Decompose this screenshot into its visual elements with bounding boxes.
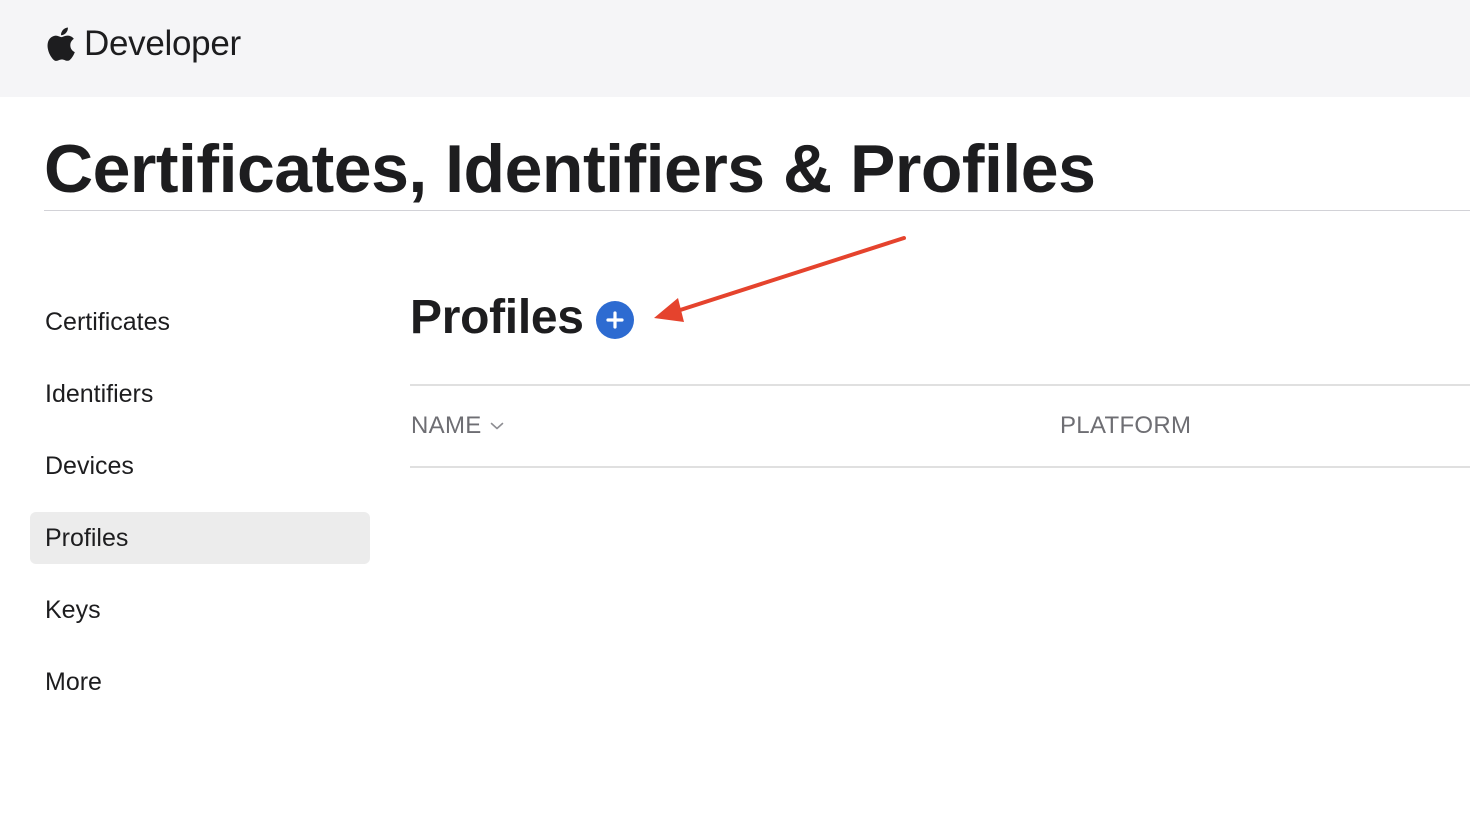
chevron-down-icon: [490, 422, 503, 430]
add-profile-button[interactable]: [595, 300, 634, 339]
sidebar-item-more[interactable]: More: [30, 656, 370, 708]
title-divider: [44, 210, 1470, 211]
sidebar-item-keys[interactable]: Keys: [30, 584, 370, 636]
sidebar-item-label: Keys: [45, 595, 101, 624]
sidebar-item-label: Certificates: [45, 307, 171, 336]
section-header: Profiles: [410, 290, 634, 345]
column-header-platform: PLATFORM: [1060, 412, 1191, 440]
sidebar-nav: Certificates Identifiers Devices Profile…: [30, 296, 370, 728]
column-header-name[interactable]: NAME: [411, 412, 504, 440]
section-title: Profiles: [410, 291, 584, 344]
sidebar-item-label: Identifiers: [45, 379, 154, 408]
sidebar-item-identifiers[interactable]: Identifiers: [30, 368, 370, 420]
plus-icon: [606, 310, 624, 329]
sidebar-item-label: Devices: [45, 451, 134, 480]
global-header: Developer: [0, 0, 1470, 97]
page-title: Certificates, Identifiers & Profiles: [44, 131, 1096, 207]
table-top-divider: [410, 384, 1470, 386]
column-header-label: NAME: [411, 412, 482, 439]
sidebar-item-profiles[interactable]: Profiles: [30, 512, 370, 564]
column-header-label: PLATFORM: [1060, 412, 1192, 439]
sidebar-item-certificates[interactable]: Certificates: [30, 296, 370, 348]
apple-logo-icon: [47, 27, 75, 61]
sidebar-item-devices[interactable]: Devices: [30, 440, 370, 492]
red-arrow-icon: [654, 236, 906, 322]
brand-text: Developer: [84, 24, 241, 63]
developer-home-link[interactable]: Developer: [44, 20, 241, 68]
table-header-divider: [410, 466, 1470, 468]
sidebar-item-label: Profiles: [45, 523, 129, 552]
sidebar-item-label: More: [45, 667, 102, 696]
